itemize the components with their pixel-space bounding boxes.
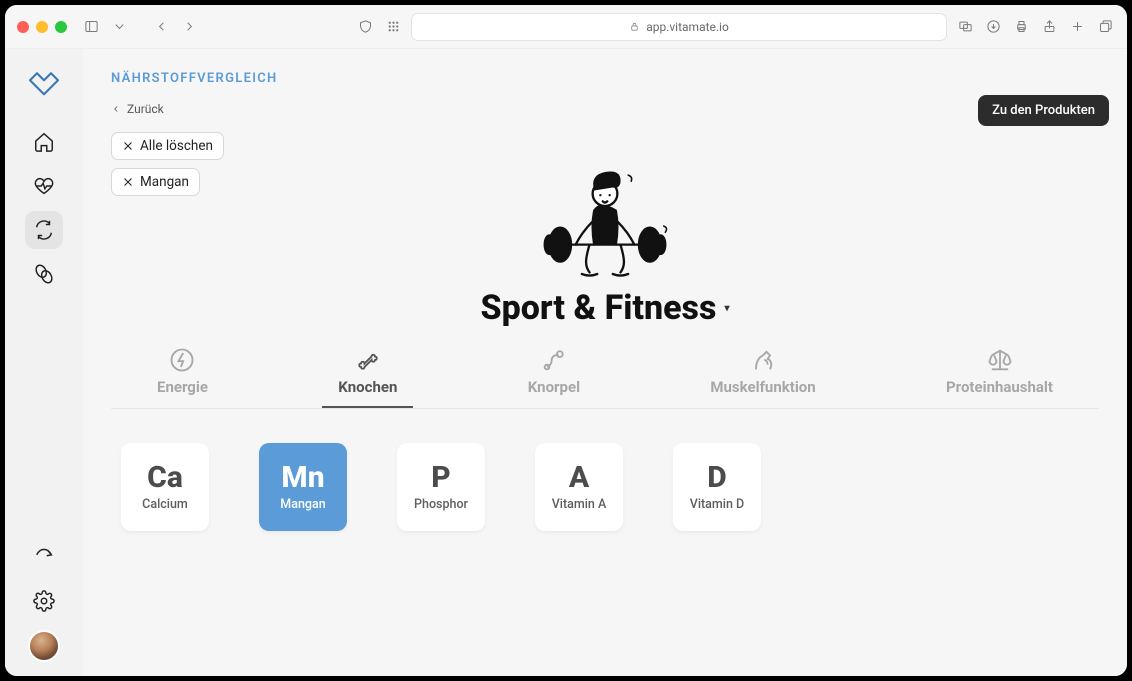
joint-icon (540, 346, 568, 374)
app-logo[interactable] (22, 67, 66, 111)
nutrient-symbol: A (569, 463, 589, 493)
nutrient-name: Mangan (280, 497, 325, 512)
share-icon[interactable] (1039, 17, 1059, 37)
close-icon (122, 176, 134, 188)
chevron-down-icon: ▾ (724, 303, 729, 314)
forward-button-icon[interactable] (179, 17, 199, 37)
minimize-window-button[interactable] (36, 21, 48, 33)
share-button[interactable] (25, 534, 63, 572)
bolt-icon (168, 346, 196, 374)
tabs-icon[interactable] (1095, 17, 1115, 37)
tab-label: Muskelfunktion (710, 378, 815, 396)
nav-health[interactable] (25, 167, 63, 205)
back-label: Zurück (127, 102, 164, 116)
muscle-icon (749, 346, 777, 374)
maximize-window-button[interactable] (55, 21, 67, 33)
chevron-down-icon[interactable] (109, 17, 129, 37)
browser-chrome: app.vitamate.io (5, 5, 1127, 49)
breadcrumb: NÄHRSTOFFVERGLEICH (111, 71, 1099, 86)
back-link[interactable]: Zurück (111, 102, 1099, 116)
url-text: app.vitamate.io (646, 20, 729, 34)
tab-knochen[interactable]: Knochen (322, 342, 413, 408)
tab-label: Knochen (338, 378, 397, 396)
tab-proteinhaushalt[interactable]: Proteinhaushalt (930, 342, 1069, 408)
nav-compare[interactable] (25, 211, 63, 249)
shield-icon[interactable] (355, 17, 375, 37)
main-content: NÄHRSTOFFVERGLEICH Zurück Zu den Produkt… (83, 49, 1127, 676)
chip-label: Alle löschen (140, 138, 213, 154)
weightlifter-illustration (520, 126, 690, 286)
translate-icon[interactable] (955, 17, 975, 37)
nutrient-symbol: Ca (147, 463, 183, 493)
category-title-text: Sport & Fitness (481, 288, 717, 328)
tab-label: Proteinhaushalt (946, 378, 1053, 396)
subcategory-tabs: Energie Knochen Knorpel Muskelfunktion P… (111, 342, 1099, 409)
nutrient-name: Phosphor (414, 497, 468, 512)
nutrient-name: Vitamin D (690, 497, 744, 512)
tab-label: Knorpel (528, 378, 580, 396)
traffic-lights (17, 21, 67, 33)
nutrient-tile-vitamin-d[interactable]: D Vitamin D (673, 443, 761, 531)
nutrient-name: Vitamin A (552, 497, 607, 512)
nutrient-symbol: P (431, 463, 450, 493)
user-avatar[interactable] (28, 630, 60, 662)
nutrient-name: Calcium (142, 497, 188, 512)
grid-icon[interactable] (383, 17, 403, 37)
nav-products[interactable] (25, 255, 63, 293)
sidebar-toggle-icon[interactable] (81, 17, 101, 37)
settings-button[interactable] (25, 582, 63, 620)
print-icon[interactable] (1011, 17, 1031, 37)
nutrient-symbol: Mn (281, 463, 324, 493)
url-bar[interactable]: app.vitamate.io (411, 13, 947, 41)
tab-muskelfunktion[interactable]: Muskelfunktion (694, 342, 831, 408)
download-icon[interactable] (983, 17, 1003, 37)
plus-icon[interactable] (1067, 17, 1087, 37)
tab-knorpel[interactable]: Knorpel (512, 342, 596, 408)
nutrient-grid: Ca Calcium Mn Mangan P Phosphor A Vitami… (111, 443, 1099, 531)
nutrient-tile-phosphor[interactable]: P Phosphor (397, 443, 485, 531)
nutrient-tile-vitamin-a[interactable]: A Vitamin A (535, 443, 623, 531)
nutrient-tile-mangan[interactable]: Mn Mangan (259, 443, 347, 531)
scale-icon (986, 346, 1014, 374)
tab-label: Energie (157, 378, 208, 396)
nutrient-symbol: D (707, 463, 726, 493)
back-button-icon[interactable] (151, 17, 171, 37)
close-icon (122, 140, 134, 152)
category-selector[interactable]: Sport & Fitness ▾ (111, 288, 1099, 328)
close-window-button[interactable] (17, 21, 29, 33)
chip-label: Mangan (140, 174, 189, 190)
nutrient-tile-calcium[interactable]: Ca Calcium (121, 443, 209, 531)
cta-products-button[interactable]: Zu den Produkten (978, 95, 1109, 126)
nav-home[interactable] (25, 123, 63, 161)
chip-mangan[interactable]: Mangan (111, 168, 200, 196)
bone-icon (354, 346, 382, 374)
chip-clear-all[interactable]: Alle löschen (111, 132, 224, 160)
app-sidebar (5, 49, 83, 676)
cta-label: Zu den Produkten (992, 103, 1095, 118)
tab-energie[interactable]: Energie (141, 342, 224, 408)
